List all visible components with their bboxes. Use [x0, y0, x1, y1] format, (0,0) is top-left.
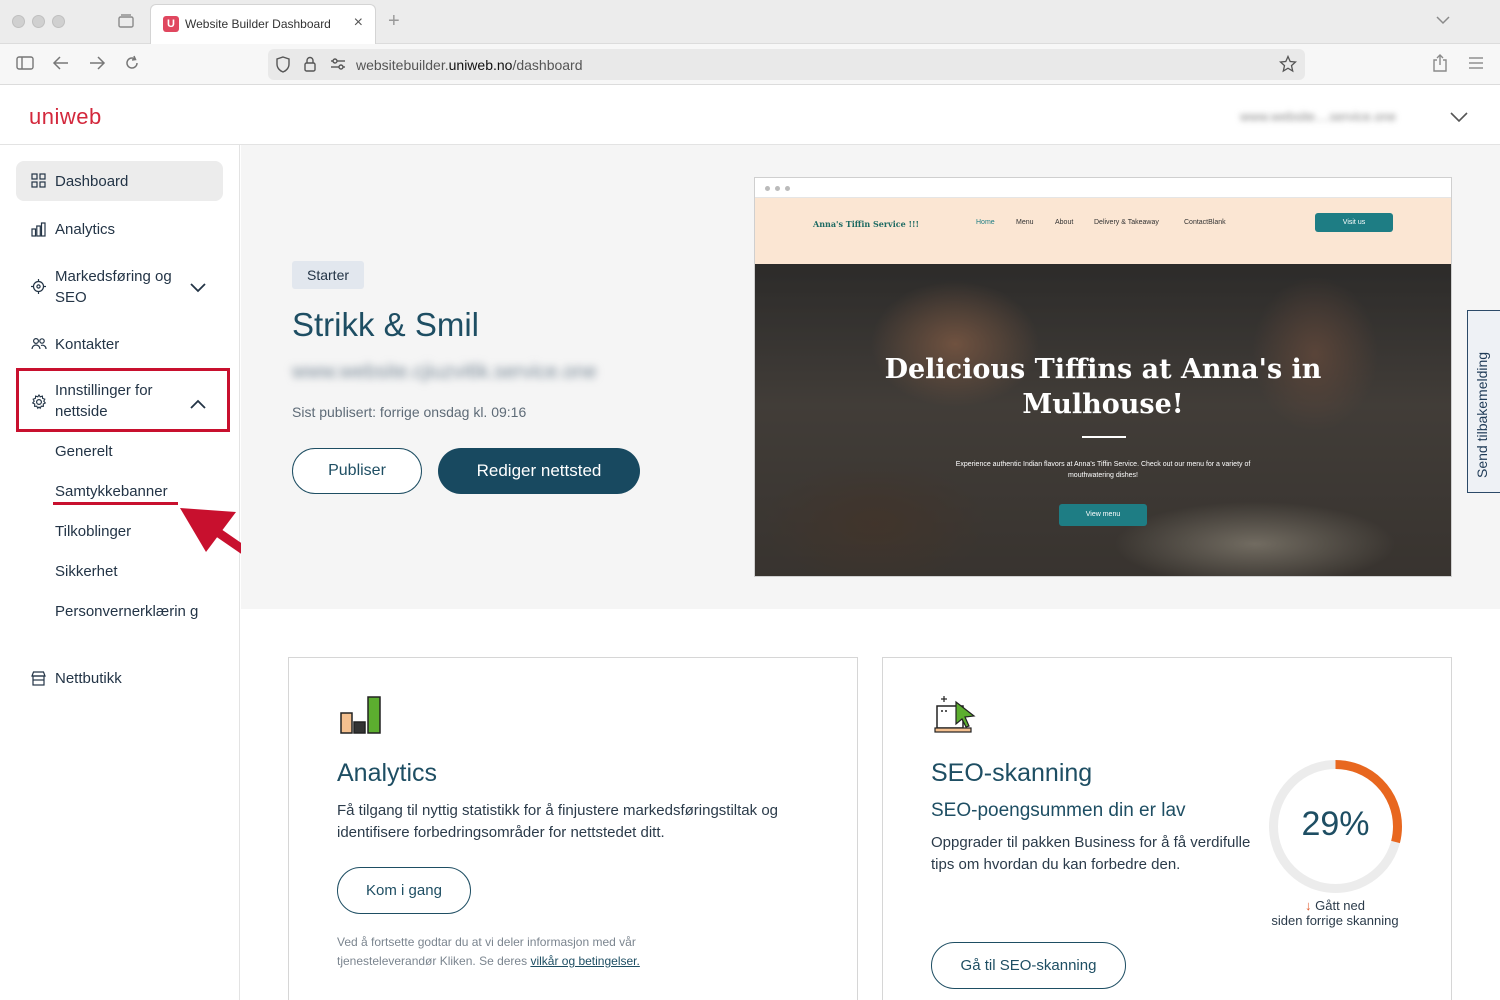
window-minimize-button[interactable]: [32, 15, 45, 28]
plan-badge: Starter: [292, 261, 365, 289]
preview-window-bar: [755, 178, 1451, 198]
address-bar[interactable]: websitebuilder.uniweb.no/dashboard: [268, 49, 1305, 80]
preview-hero-title: Delicious Tiffins at Anna's in Mulhouse!: [884, 354, 1322, 420]
sidebar-toggle-icon[interactable]: [16, 55, 34, 76]
app-header: uniweb www.website....service.one: [0, 86, 1500, 145]
url-text: websitebuilder.uniweb.no/dashboard: [356, 57, 583, 73]
forward-arrow-icon[interactable]: [88, 55, 106, 76]
window-close-button[interactable]: [12, 15, 25, 28]
seo-card-subtitle: SEO-poengsummen din er lav: [931, 800, 1186, 821]
publish-button[interactable]: Publiser: [292, 448, 422, 494]
back-arrow-icon[interactable]: [52, 55, 70, 76]
preview-nav-home: Home: [976, 219, 995, 226]
seo-card-text: Oppgrader til pakken Business for å få v…: [931, 834, 1251, 873]
site-settings-icon[interactable]: [330, 57, 346, 76]
menu-icon[interactable]: [1468, 56, 1484, 75]
window-zoom-button[interactable]: [52, 15, 65, 28]
tab-title: Website Builder Dashboard: [185, 17, 331, 31]
chevron-down-icon[interactable]: [190, 280, 206, 297]
seo-scan-icon: [934, 694, 976, 739]
lock-icon[interactable]: [304, 56, 316, 77]
preview-nav-contact: ContactBlank: [1184, 219, 1226, 226]
store-icon: [31, 671, 46, 690]
close-icon[interactable]: ×: [354, 14, 363, 32]
bar-chart-icon: [31, 222, 46, 241]
preview-hero-subtitle: Experience authentic Indian flavors at A…: [955, 461, 1251, 479]
analytics-chart-icon: [340, 696, 382, 739]
preview-brand: Anna's Tiffin Service !!!: [813, 219, 920, 229]
arrow-down-icon: ↓: [1305, 898, 1312, 913]
sidebar-sub-item-general[interactable]: Generelt: [55, 443, 113, 460]
browser-tab[interactable]: U Website Builder Dashboard ×: [150, 4, 376, 44]
preview-view-menu-button: View menu: [1059, 504, 1147, 526]
preview-navigation: Anna's Tiffin Service !!! Home Menu Abou…: [755, 198, 1451, 264]
sidebar-item-label: Analytics: [55, 221, 116, 238]
preview-hero-image: Delicious Tiffins at Anna's in Mulhouse!…: [755, 264, 1451, 576]
sidebar-item-label: Kontakter: [55, 336, 120, 353]
tab-overview-icon[interactable]: [118, 14, 134, 33]
analytics-disclaimer: Ved å fortsette godtar du at vi deler in…: [337, 935, 640, 968]
edit-site-button[interactable]: Rediger nettsted: [438, 448, 640, 494]
highlight-annotation-box: [16, 368, 230, 432]
seo-scan-button[interactable]: Gå til SEO-skanning: [931, 942, 1126, 989]
preview-nav-about: About: [1055, 219, 1074, 226]
site-name: Strikk & Smil: [292, 306, 480, 343]
sidebar-item-label: Dashboard: [55, 173, 129, 190]
sidebar-item-label: Markedsføring og SEO: [55, 268, 172, 306]
analytics-card-title: Analytics: [337, 759, 438, 787]
preview-visit-button: Visit us: [1315, 213, 1393, 232]
preview-nav-menu: Menu: [1016, 219, 1034, 226]
sidebar-item-marketing-seo[interactable]: Markedsføring og SEO: [16, 265, 223, 309]
shield-icon[interactable]: [276, 56, 290, 78]
new-tab-button[interactable]: +: [388, 10, 400, 33]
chevron-down-icon[interactable]: [1450, 110, 1468, 128]
uniweb-favicon-icon: U: [163, 16, 179, 32]
seo-score-trend: ↓ Gått ned siden forrige skanning: [1271, 898, 1399, 928]
share-icon[interactable]: [1432, 54, 1448, 77]
get-started-button[interactable]: Kom i gang: [337, 867, 471, 914]
analytics-card-text: Få tilgang til nyttig statistikk for å f…: [337, 802, 779, 841]
bookmark-star-icon[interactable]: [1278, 54, 1298, 78]
uniweb-logo[interactable]: uniweb: [29, 104, 102, 130]
seo-card-title: SEO-skanning: [931, 759, 1093, 787]
browser-tab-bar: U Website Builder Dashboard × +: [0, 0, 1500, 44]
sidebar-sub-item-consent-banner[interactable]: Samtykkebanner: [55, 483, 168, 500]
seo-score-value: 29%: [1301, 805, 1370, 843]
highlight-underline: [53, 502, 178, 505]
site-url[interactable]: www.website.cjiuzvi6k.service.one: [292, 361, 597, 384]
feedback-label[interactable]: Send tilbakemelding: [1474, 352, 1490, 478]
sidebar-sub-item-connections[interactable]: Tilkoblinger: [55, 523, 131, 540]
target-icon: [31, 279, 46, 298]
sidebar-item-contacts[interactable]: Kontakter: [16, 334, 223, 356]
site-preview[interactable]: Anna's Tiffin Service !!! Home Menu Abou…: [754, 177, 1452, 577]
grid-icon: [31, 173, 46, 192]
terms-link[interactable]: vilkår og betingelser.: [530, 954, 639, 968]
sidebar-item-webshop[interactable]: Nettbutikk: [16, 668, 223, 690]
users-icon: [31, 337, 47, 355]
sidebar-item-label: Nettbutikk: [55, 670, 122, 687]
sidebar-sub-item-security[interactable]: Sikkerhet: [55, 563, 118, 580]
site-selector[interactable]: www.website....service.one: [1240, 109, 1396, 124]
chevron-down-icon[interactable]: [1436, 12, 1450, 30]
reload-icon[interactable]: [124, 55, 140, 76]
last-published-text: Sist publisert: forrige onsdag kl. 09:16: [292, 404, 527, 420]
browser-toolbar: websitebuilder.uniweb.no/dashboard: [0, 44, 1500, 85]
preview-nav-delivery: Delivery & Takeaway: [1094, 219, 1159, 226]
sidebar-item-dashboard[interactable]: Dashboard: [16, 161, 223, 201]
sidebar-item-analytics[interactable]: Analytics: [16, 219, 223, 241]
